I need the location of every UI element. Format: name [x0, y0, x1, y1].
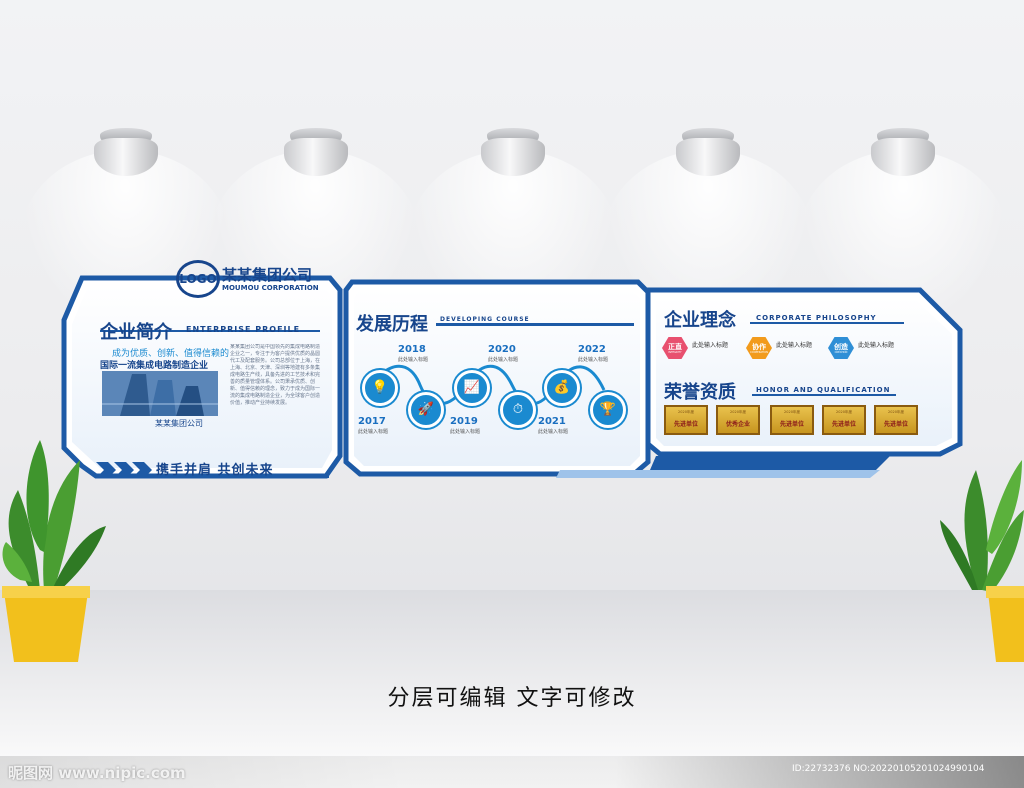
- trophy-icon: 🏆: [599, 402, 617, 417]
- milestone-year: 2021: [538, 416, 566, 427]
- intro-body: 某某集团公司是中国领先的集成电路制造企业之一，专注于为客户提供优质的晶圆代工及配…: [230, 344, 321, 406]
- history-title: 发展历程: [356, 314, 428, 335]
- honor-plaque: 2020年度 先进单位: [770, 405, 814, 435]
- rocket-icon: 🚀: [417, 402, 435, 417]
- company-name-en: MOUMOU CORPORATION: [222, 284, 319, 292]
- milestone-caption: 此处输入标题: [358, 429, 389, 435]
- honor-plaque: 2020年度 优秀企业: [716, 405, 760, 435]
- philosophy-text: 此处输入标题: [776, 342, 813, 349]
- milestone-year: 2022: [578, 344, 606, 355]
- milestone-node: 📈: [454, 370, 490, 406]
- honor-plaque: 2020年度 先进单位: [822, 405, 866, 435]
- chart-icon: 📈: [463, 380, 481, 395]
- potted-plant-icon: [940, 460, 1024, 662]
- milestone-year: 2020: [488, 344, 516, 355]
- milestone-caption: 此处输入标题: [538, 429, 569, 435]
- philosophy-text: 此处输入标题: [692, 342, 729, 349]
- logo-icon: LOGO: [176, 260, 220, 298]
- banner-slogan: 携手并肩 共创未来: [156, 463, 274, 478]
- photo-caption: 某某集团公司: [155, 419, 203, 428]
- milestone-node: 🏆: [590, 392, 626, 428]
- intro-slogan-2: 国际一流集成电路制造企业: [100, 361, 209, 371]
- milestone-caption: 此处输入标题: [450, 429, 481, 435]
- milestone-node: 💡: [362, 370, 398, 406]
- stopwatch-icon: ⏱: [512, 402, 524, 417]
- philosophy-text: 此处输入标题: [858, 342, 895, 349]
- caption-text: 分层可编辑 文字可修改: [387, 686, 637, 711]
- intro-title-en: ENTERPRISE PROFILE: [186, 325, 301, 334]
- milestone-node: 💰: [544, 370, 580, 406]
- philosophy-title-en: CORPORATE PHILOSOPHY: [756, 314, 877, 322]
- potted-plant-icon: [2, 440, 106, 662]
- philosophy-title: 企业理念: [664, 310, 736, 331]
- intro-title: 企业简介: [100, 322, 172, 343]
- milestone-year: 2019: [450, 416, 478, 427]
- watermark-site: 昵图网 www.nipic.com: [8, 764, 186, 782]
- milestone-year: 2017: [358, 416, 386, 427]
- honor-plaque: 2020年度 先进单位: [664, 405, 708, 435]
- milestone-node: ⏱: [500, 392, 536, 428]
- watermark-id: ID:22732376 NO:20220105201024990104: [792, 764, 985, 774]
- money-bag-icon: 💰: [553, 380, 571, 395]
- honor-title: 荣誉资质: [664, 382, 736, 403]
- milestone-caption: 此处输入标题: [398, 357, 429, 363]
- lightbulb-icon: 💡: [371, 380, 389, 395]
- honor-plaque: 2020年度 先进单位: [874, 405, 918, 435]
- milestone-caption: 此处输入标题: [488, 357, 519, 363]
- company-name: 某某集团公司: [222, 266, 313, 284]
- honor-title-en: HONOR AND QUALIFICATION: [756, 386, 891, 394]
- milestone-year: 2018: [398, 344, 426, 355]
- milestone-node: 🚀: [408, 392, 444, 428]
- milestone-caption: 此处输入标题: [578, 357, 609, 363]
- history-title-en: DEVELOPING COURSE: [440, 316, 530, 323]
